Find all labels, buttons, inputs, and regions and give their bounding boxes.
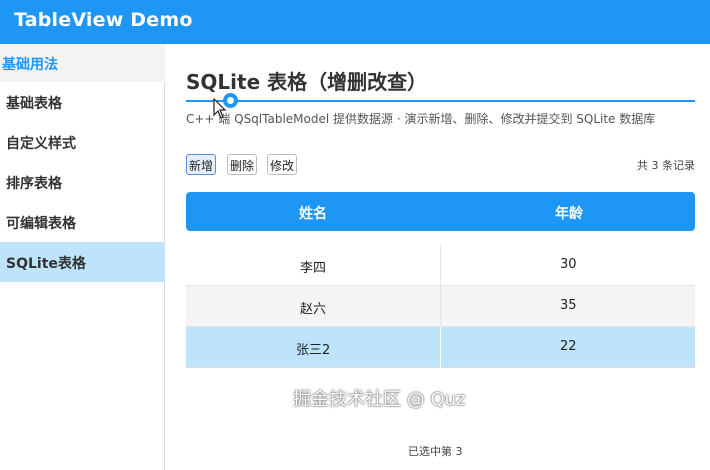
sidebar-item-sort-table[interactable]: 排序表格: [0, 162, 165, 202]
column-header-age[interactable]: 年龄: [555, 203, 583, 223]
sidebar-item-editable-table[interactable]: 可编辑表格: [0, 202, 165, 242]
add-button[interactable]: 新增: [186, 154, 217, 175]
table-row[interactable]: 李四 30: [186, 245, 695, 286]
sidebar-item-label: 基础表格: [6, 96, 62, 112]
sidebar-item-label: 可编辑表格: [6, 216, 76, 232]
cell-name: 李四: [300, 261, 327, 276]
sidebar: 基础用法 基础表格 自定义样式 排序表格 可编辑表格 SQLite表格: [0, 44, 165, 470]
cell-name: 赵六: [300, 302, 327, 317]
sidebar-item-label: 排序表格: [6, 176, 62, 192]
page-description: C++ 端 QSqlTableModel 提供数据源 · 演示新增、删除、修改并…: [186, 112, 656, 126]
delete-button[interactable]: 删除: [227, 154, 258, 175]
cell-age: 30: [560, 257, 577, 272]
sidebar-item-label: SQLite表格: [6, 256, 86, 272]
sidebar-item-label: 自定义样式: [6, 136, 76, 152]
sidebar-item-custom-style[interactable]: 自定义样式: [0, 122, 165, 162]
watermark: 掘金技术社区 @ Quz: [293, 389, 466, 410]
selection-status: 已选中第 3: [408, 445, 463, 458]
column-divider: [440, 245, 441, 286]
table-row[interactable]: 赵六 35: [186, 286, 695, 327]
busy-indicator-icon: [223, 93, 238, 108]
cell-name: 张三2: [296, 343, 331, 358]
cell-age: 35: [560, 298, 577, 313]
sidebar-item-sqlite-table[interactable]: SQLite表格: [0, 242, 165, 282]
table-row-selected[interactable]: 张三2 22: [186, 327, 695, 368]
column-divider: [440, 286, 441, 327]
window-title-bar: TableView Demo: [0, 0, 710, 44]
title-underline: [186, 100, 695, 102]
sidebar-group-label: 基础用法: [2, 57, 58, 73]
cell-age: 22: [560, 339, 577, 354]
edit-button[interactable]: 修改: [267, 154, 298, 175]
sidebar-item-basic-table[interactable]: 基础表格: [0, 82, 165, 122]
page-title: SQLite 表格（增删改查）: [186, 70, 428, 94]
table-header: 姓名 年龄: [186, 192, 695, 231]
column-header-name[interactable]: 姓名: [299, 203, 327, 223]
sidebar-group-header: 基础用法: [0, 44, 165, 82]
window-title: TableView Demo: [14, 9, 193, 31]
column-divider: [440, 327, 441, 368]
record-count: 共 3 条记录: [637, 159, 695, 172]
